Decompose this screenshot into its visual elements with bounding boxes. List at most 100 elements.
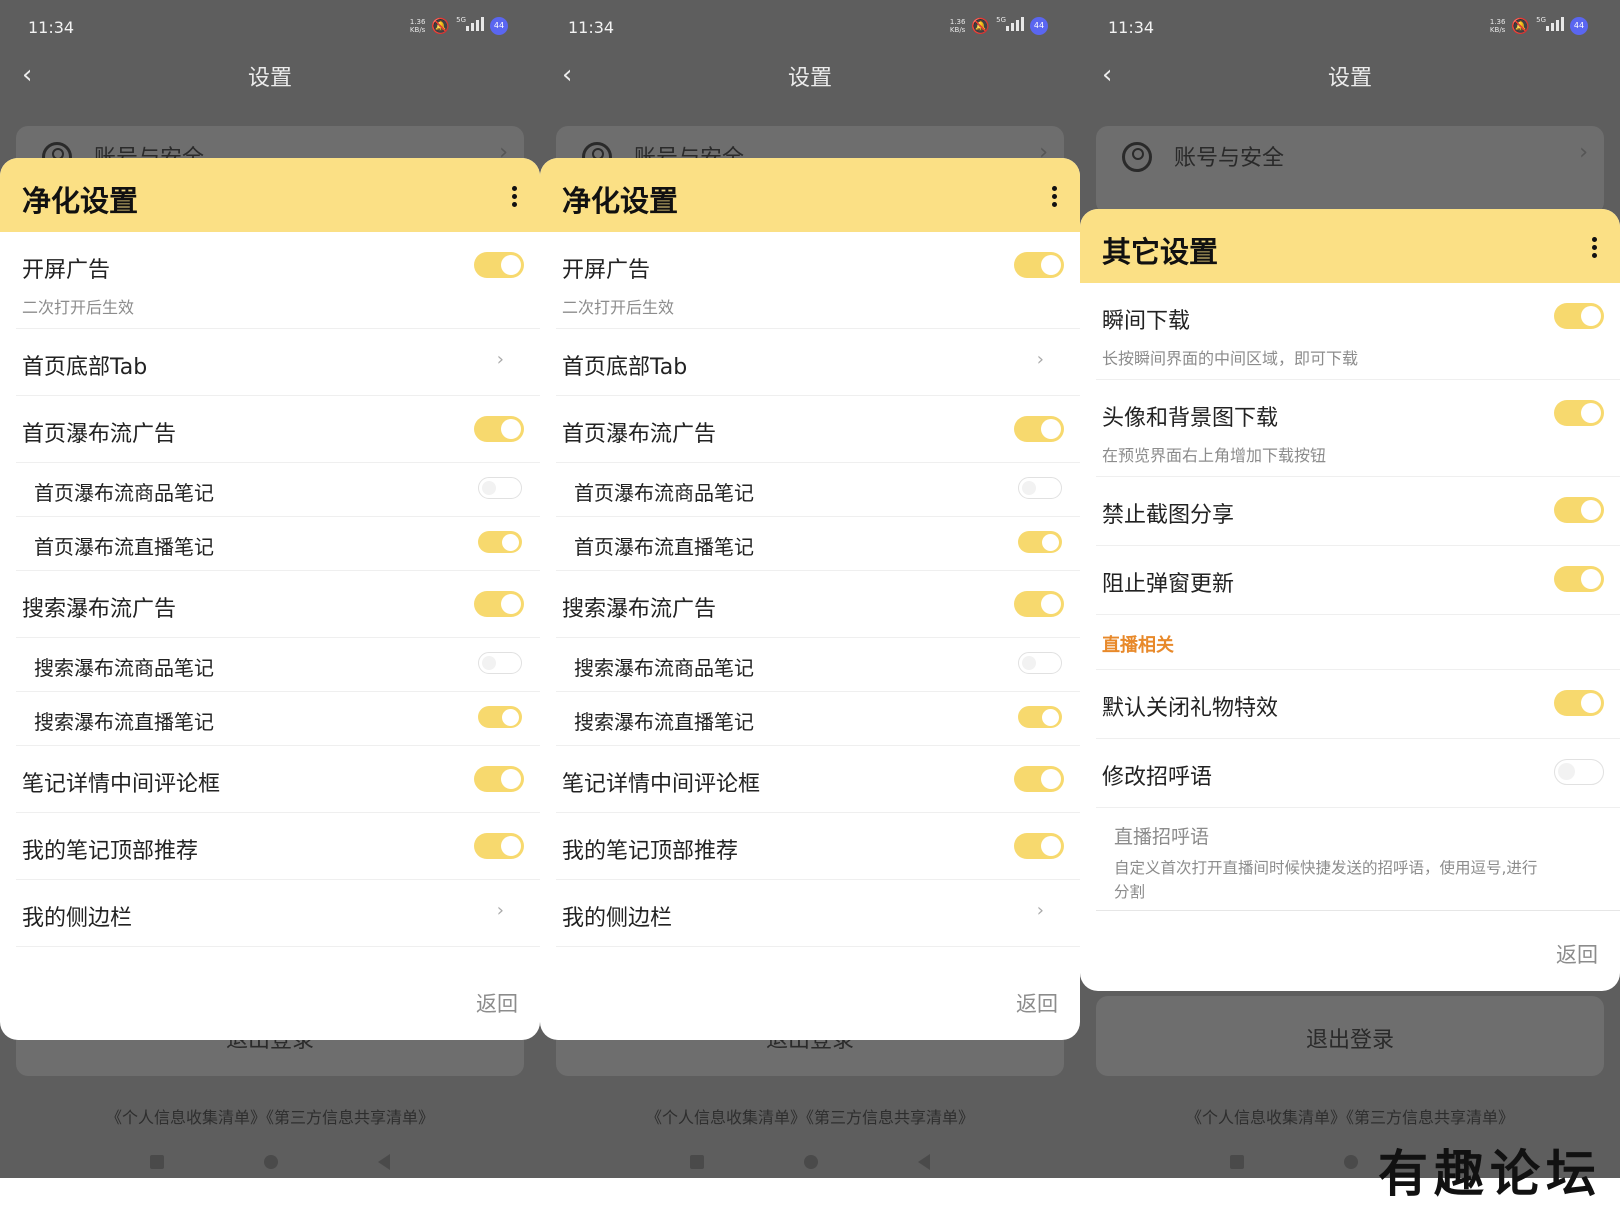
status-icons: 1.36 KB/s 🔕 5G 44	[1490, 16, 1588, 35]
top-bar: ‹ 设置	[1080, 54, 1620, 98]
chevron-right-icon: ›	[1036, 900, 1044, 921]
dialog-title: 净化设置	[562, 184, 679, 218]
toggle-switch[interactable]	[1554, 566, 1604, 592]
setting-row[interactable]: 笔记详情中间评论框	[16, 746, 540, 813]
network-type: 5G	[456, 16, 466, 24]
toggle-switch[interactable]	[1018, 706, 1062, 728]
system-nav-bar	[540, 1150, 1080, 1174]
setting-label: 阻止弹窗更新	[1102, 572, 1235, 597]
signal-bars-icon	[1546, 17, 1564, 31]
phone-screen-3: 11:34 1.36 KB/s 🔕 5G 44 ‹ 设置 账号与安全 › 退出登录 《个人信息收集清单…	[1080, 0, 1620, 1178]
status-time: 11:34	[28, 18, 75, 37]
policy-links[interactable]: 《个人信息收集清单》《第三方信息共享清单》	[540, 1104, 1080, 1128]
setting-label: 禁止截图分享	[1102, 503, 1235, 528]
toggle-switch[interactable]	[1554, 497, 1604, 523]
toggle-switch[interactable]	[1014, 833, 1064, 859]
setting-row[interactable]: 搜索瀑布流广告	[16, 571, 540, 638]
setting-row[interactable]: 首页瀑布流商品笔记	[556, 463, 1080, 517]
setting-row[interactable]: 首页瀑布流广告	[556, 396, 1080, 463]
network-type: 5G	[996, 16, 1006, 24]
bell-muted-icon: 🔕	[1511, 16, 1531, 35]
other-settings-dialog: 其它设置 瞬间下载 长按瞬间界面的中间区域，即可下载 头像和背景图下载 在预览界面右上角…	[1080, 209, 1620, 991]
toggle-switch[interactable]	[474, 416, 524, 442]
toggle-switch[interactable]	[1554, 759, 1604, 785]
dialog-back-button[interactable]: 返回	[1556, 939, 1598, 969]
toggle-switch[interactable]	[1018, 477, 1062, 499]
setting-row[interactable]: 搜索瀑布流直播笔记	[16, 692, 540, 746]
setting-row[interactable]: 阻止弹窗更新	[1096, 546, 1620, 615]
setting-row[interactable]: 首页瀑布流广告	[16, 396, 540, 463]
logout-button[interactable]: 退出登录	[1096, 996, 1604, 1076]
setting-row[interactable]: 我的侧边栏 ›	[16, 880, 540, 947]
toggle-switch[interactable]	[474, 833, 524, 859]
home-icon[interactable]	[264, 1155, 278, 1169]
setting-row[interactable]: 首页瀑布流商品笔记	[16, 463, 540, 517]
setting-label: 笔记详情中间评论框	[22, 772, 221, 797]
dialog-back-button[interactable]: 返回	[1016, 988, 1058, 1018]
toggle-switch[interactable]	[1014, 252, 1064, 278]
account-security-row[interactable]: 账号与安全 ›	[1096, 126, 1604, 214]
setting-row[interactable]: 搜索瀑布流广告	[556, 571, 1080, 638]
setting-row[interactable]: 开屏广告 二次打开后生效	[556, 232, 1080, 329]
setting-row[interactable]: 我的侧边栏 ›	[556, 880, 1080, 947]
setting-row[interactable]: 笔记详情中间评论框	[556, 746, 1080, 813]
setting-label: 首页瀑布流广告	[22, 422, 177, 447]
setting-row[interactable]: 禁止截图分享	[1096, 477, 1620, 546]
setting-label: 默认关闭礼物特效	[1102, 696, 1279, 721]
bell-muted-icon: 🔕	[431, 16, 451, 35]
toggle-switch[interactable]	[1554, 303, 1604, 329]
page-title: 设置	[247, 66, 292, 91]
status-bar: 11:34 1.36 KB/s 🔕 5G 44	[0, 10, 540, 46]
setting-row[interactable]: 首页瀑布流直播笔记	[556, 517, 1080, 571]
toggle-switch[interactable]	[1014, 416, 1064, 442]
setting-label: 我的笔记顶部推荐	[562, 839, 739, 864]
policy-links[interactable]: 《个人信息收集清单》《第三方信息共享清单》	[0, 1104, 540, 1128]
setting-row[interactable]: 首页底部Tab ›	[556, 329, 1080, 396]
setting-row[interactable]: 默认关闭礼物特效	[1096, 670, 1620, 739]
setting-row[interactable]: 修改招呼语	[1096, 739, 1620, 808]
toggle-switch[interactable]	[478, 706, 522, 728]
toggle-switch[interactable]	[1014, 766, 1064, 792]
setting-row[interactable]: 我的笔记顶部推荐	[556, 813, 1080, 880]
setting-row[interactable]: 搜索瀑布流商品笔记	[16, 638, 540, 692]
setting-row[interactable]: 瞬间下载 长按瞬间界面的中间区域，即可下载	[1096, 283, 1620, 380]
more-vertical-icon[interactable]	[1052, 186, 1058, 210]
more-vertical-icon[interactable]	[512, 186, 518, 210]
toggle-switch[interactable]	[1018, 652, 1062, 674]
toggle-switch[interactable]	[474, 766, 524, 792]
signal-bars-icon	[1006, 17, 1024, 31]
setting-row[interactable]: 搜索瀑布流直播笔记	[556, 692, 1080, 746]
toggle-switch[interactable]	[474, 591, 524, 617]
setting-row[interactable]: 我的笔记顶部推荐	[16, 813, 540, 880]
home-icon[interactable]	[804, 1155, 818, 1169]
nav-back-icon[interactable]	[378, 1154, 390, 1170]
toggle-switch[interactable]	[474, 252, 524, 278]
setting-row[interactable]: 头像和背景图下载 在预览界面右上角增加下载按钮	[1096, 380, 1620, 477]
policy-links[interactable]: 《个人信息收集清单》《第三方信息共享清单》	[1080, 1104, 1620, 1128]
greeting-input-field[interactable]: 直播招呼语 自定义首次打开直播间时候快捷发送的招呼语，使用逗号,进行 分割	[1096, 808, 1620, 911]
dialog-header: 其它设置	[1080, 209, 1620, 283]
home-icon[interactable]	[1344, 1155, 1358, 1169]
dialog-back-button[interactable]: 返回	[476, 988, 518, 1018]
setting-row[interactable]: 搜索瀑布流商品笔记	[556, 638, 1080, 692]
recent-apps-icon[interactable]	[1230, 1155, 1244, 1169]
toggle-switch[interactable]	[1554, 690, 1604, 716]
recent-apps-icon[interactable]	[150, 1155, 164, 1169]
top-bar: ‹ 设置	[540, 54, 1080, 98]
toggle-switch[interactable]	[1014, 591, 1064, 617]
setting-row[interactable]: 开屏广告 二次打开后生效	[16, 232, 540, 329]
more-vertical-icon[interactable]	[1592, 237, 1598, 261]
toggle-switch[interactable]	[478, 477, 522, 499]
signal-icon: 5G	[996, 16, 1024, 35]
nav-back-icon[interactable]	[918, 1154, 930, 1170]
toggle-switch[interactable]	[1018, 531, 1062, 553]
toggle-switch[interactable]	[478, 531, 522, 553]
setting-row[interactable]: 首页瀑布流直播笔记	[16, 517, 540, 571]
setting-description: 二次打开后生效	[22, 298, 135, 317]
recent-apps-icon[interactable]	[690, 1155, 704, 1169]
battery-icon: 44	[490, 16, 508, 35]
toggle-switch[interactable]	[478, 652, 522, 674]
toggle-switch[interactable]	[1554, 400, 1604, 426]
setting-row[interactable]: 首页底部Tab ›	[16, 329, 540, 396]
net-speed: 1.36 KB/s	[410, 18, 426, 34]
